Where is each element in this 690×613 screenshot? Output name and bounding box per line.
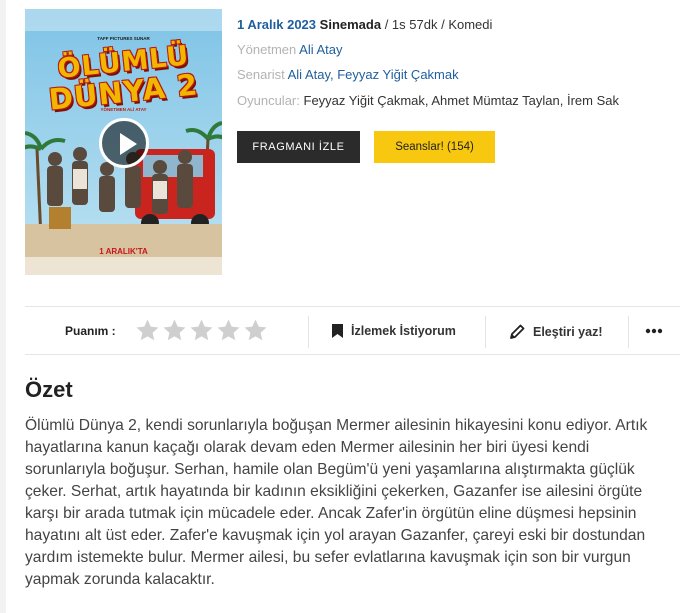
duration: 1s 57dk xyxy=(391,17,438,32)
release-status: Sinemada xyxy=(319,17,382,32)
trailer-button[interactable]: FRAGMANI İZLE xyxy=(237,131,360,163)
writer-link-2[interactable]: Feyyaz Yiğit Çakmak xyxy=(337,67,458,82)
star-icon[interactable] xyxy=(162,318,187,343)
meta-separator: / xyxy=(381,17,392,32)
divider xyxy=(308,316,309,348)
write-review-label: Eleştiri yaz! xyxy=(533,324,603,339)
cast-label: Oyuncular: xyxy=(237,93,300,108)
summary-heading: Özet xyxy=(25,377,73,402)
star-icon[interactable] xyxy=(243,318,268,343)
director-link[interactable]: Ali Atay xyxy=(299,42,342,57)
divider xyxy=(628,316,629,348)
watchlist-label: İzlemek İstiyorum xyxy=(351,324,456,338)
star-icon[interactable] xyxy=(189,318,214,343)
director-row: Yönetmen Ali Atay xyxy=(237,42,343,58)
left-border xyxy=(0,0,6,613)
more-options-icon[interactable] xyxy=(643,321,665,341)
write-review-button[interactable]: Eleştiri yaz! xyxy=(510,324,602,339)
release-date[interactable]: 1 Aralık 2023 xyxy=(237,17,316,32)
poster-director-credit: YÖNETMEN ALİ ATAY xyxy=(100,107,147,112)
star-icon[interactable] xyxy=(135,318,160,343)
movie-poster[interactable]: TAFF PICTURES SUNAR ÖLÜMLÜ DÜNYA 2 YÖNET… xyxy=(25,9,222,275)
action-bar: Puanım : İzlemek İstiyorum Eleştiri yaz! xyxy=(25,306,680,355)
play-trailer-button[interactable] xyxy=(99,118,149,168)
watchlist-button[interactable]: İzlemek İstiyorum xyxy=(332,324,456,338)
divider xyxy=(485,316,486,348)
writer-row: Senarist Ali Atay, Feyyaz Yiğit Çakmak xyxy=(237,67,459,83)
rating-stars[interactable] xyxy=(135,318,268,343)
rating-label: Puanım : xyxy=(65,324,116,338)
director-label: Yönetmen xyxy=(237,42,297,57)
meta-separator-2: / xyxy=(437,17,449,32)
cast-row: Oyuncular: Feyyaz Yiğit Çakmak, Ahmet Mü… xyxy=(237,93,619,109)
release-meta: 1 Aralık 2023 Sinemada / 1s 57dk / Komed… xyxy=(237,17,677,33)
bookmark-icon xyxy=(332,324,343,338)
summary-text: Ölümlü Dünya 2, kendi sorunlarıyla boğuş… xyxy=(25,417,648,588)
writer-label: Senarist xyxy=(237,67,285,82)
sessions-button[interactable]: Seanslar! (154) xyxy=(374,131,495,163)
writer-link-1[interactable]: Ali Atay xyxy=(288,67,330,82)
poster-release-date: 1 ARALIK'TA xyxy=(99,247,148,256)
star-icon[interactable] xyxy=(216,318,241,343)
cast-list: Feyyaz Yiğit Çakmak, Ahmet Mümtaz Taylan… xyxy=(303,93,620,108)
genre: Komedi xyxy=(448,17,493,32)
pencil-icon xyxy=(510,324,525,339)
movie-info: 1 Aralık 2023 Sinemada / 1s 57dk / Komed… xyxy=(237,17,677,163)
